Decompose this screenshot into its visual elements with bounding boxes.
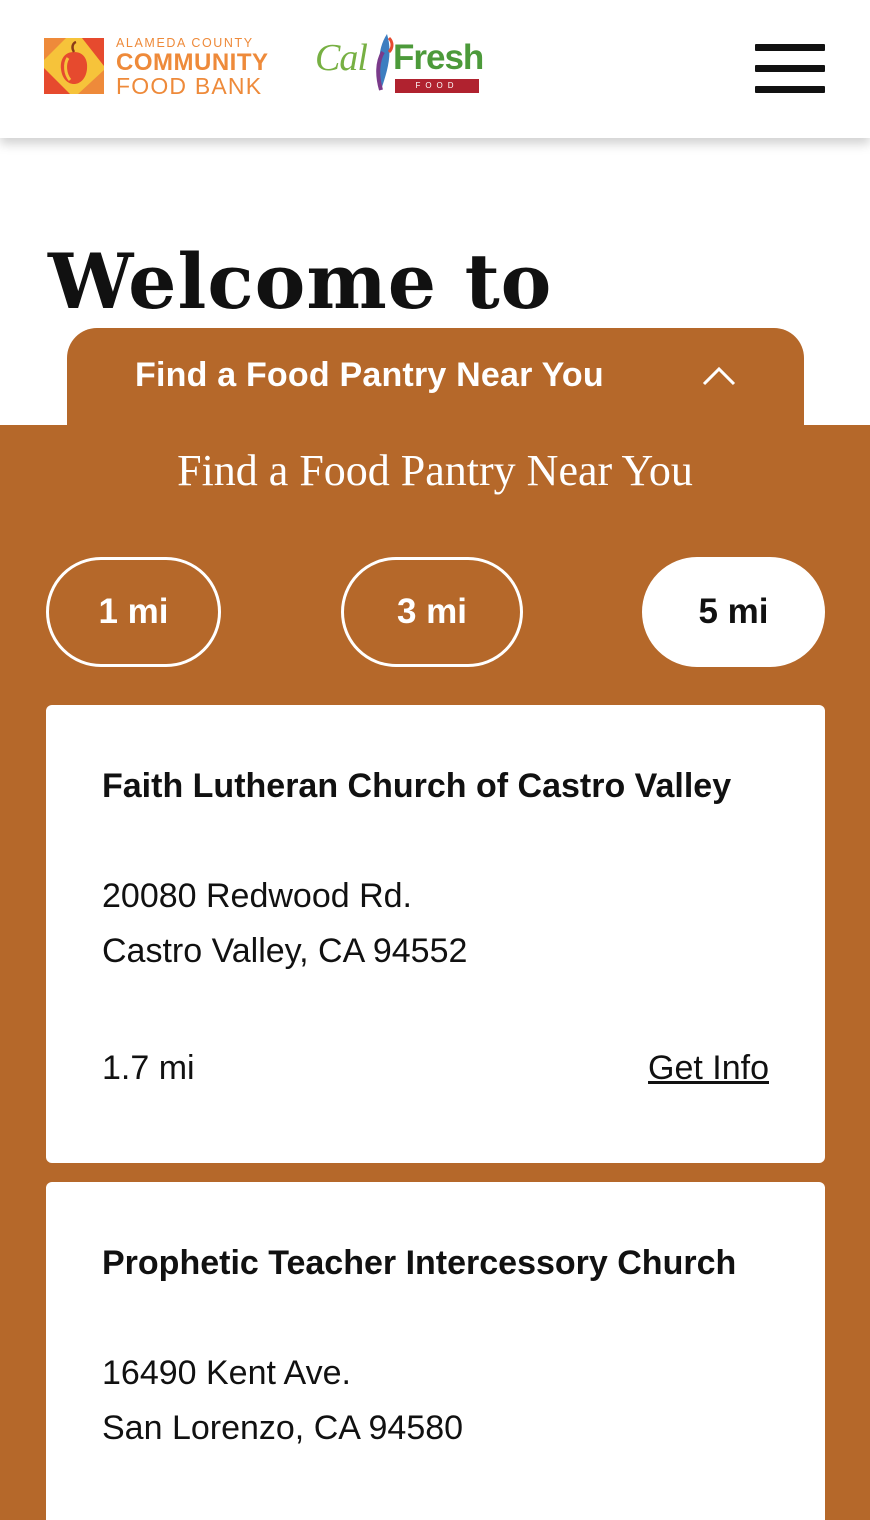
calfresh-cal-text: Cal (315, 37, 368, 79)
pantry-address-city: San Lorenzo, CA 94580 (102, 1409, 464, 1447)
alameda-county-food-bank-logo[interactable]: ALAMEDA COUNTY COMMUNITY FOOD BANK (44, 36, 284, 98)
drawer-tab-label: Find a Food Pantry Near You (135, 356, 604, 394)
pantry-card: Prophetic Teacher Intercessory Church 16… (46, 1182, 825, 1520)
pantry-address-street: 20080 Redwood Rd. (102, 877, 413, 915)
pantry-name: Prophetic Teacher Intercessory Church (102, 1244, 737, 1282)
distance-5mi-button[interactable]: 5 mi (642, 557, 825, 667)
page-welcome-heading: Welcome to (48, 237, 553, 326)
distance-3mi-button[interactable]: 3 mi (341, 557, 523, 667)
find-pantry-drawer-toggle[interactable]: Find a Food Pantry Near You (67, 328, 804, 428)
logo-line-community: COMMUNITY (116, 49, 269, 76)
pantry-name: Faith Lutheran Church of Castro Valley (102, 767, 732, 805)
site-header: ALAMEDA COUNTY COMMUNITY FOOD BANK Cal F… (0, 0, 870, 138)
pantry-address-city: Castro Valley, CA 94552 (102, 932, 468, 970)
food-bank-logo-mark-icon (44, 38, 104, 94)
distance-1mi-button[interactable]: 1 mi (46, 557, 221, 667)
hamburger-menu-icon[interactable] (755, 44, 825, 94)
get-info-link[interactable]: Get Info (648, 1041, 769, 1096)
pantry-distance: 1.7 mi (102, 1049, 195, 1087)
calfresh-logo[interactable]: Cal Fresh FOOD (315, 26, 485, 96)
chevron-up-icon (702, 366, 736, 386)
pantry-card: Faith Lutheran Church of Castro Valley 2… (46, 705, 825, 1163)
logo-line-food-bank: FOOD BANK (116, 73, 263, 99)
find-pantry-drawer: Find a Food Pantry Near You 1 mi 3 mi 5 … (0, 425, 870, 1520)
drawer-title: Find a Food Pantry Near You (177, 446, 693, 495)
calfresh-fresh-text: Fresh (393, 38, 484, 77)
calfresh-food-label: FOOD (395, 79, 479, 93)
pantry-address-street: 16490 Kent Ave. (102, 1354, 351, 1392)
